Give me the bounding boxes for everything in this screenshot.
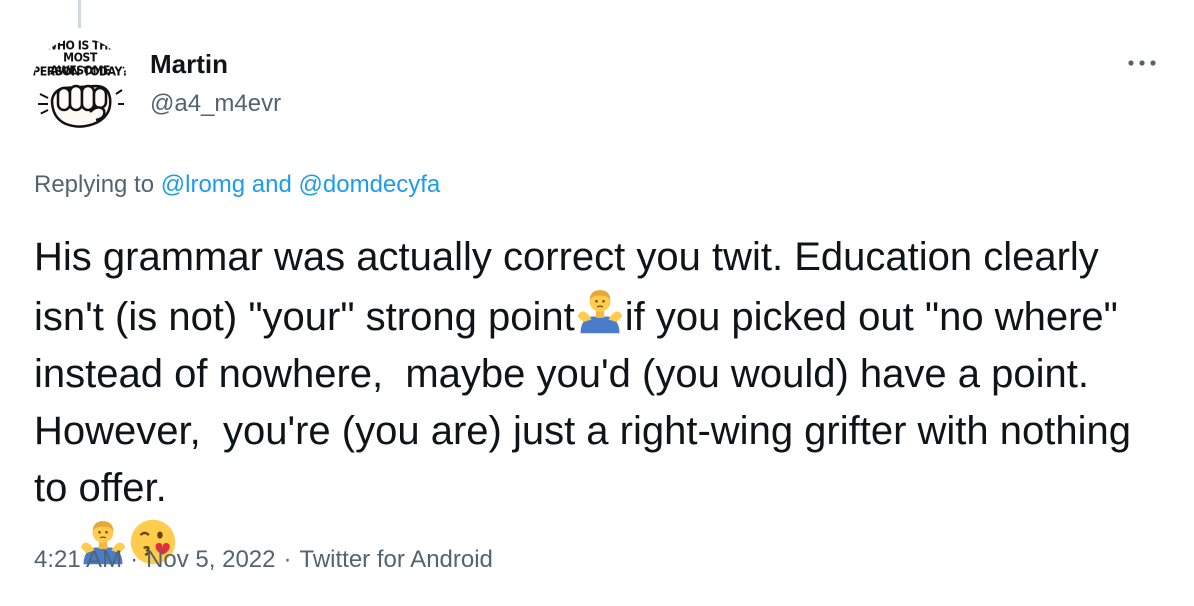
meta-separator: · (283, 546, 292, 573)
tweet-timestamp-time[interactable]: 4:21 AM (34, 546, 122, 573)
replying-to-label: Replying to (34, 171, 155, 198)
tweet: WHO IS THE MOST AWESOME PERSON TODAY? Ma… (0, 0, 1194, 606)
tweet-metadata: 4:21 AM · Nov 5, 2022 · Twitter for Android (34, 546, 493, 574)
man-shrugging-emoji (577, 290, 622, 334)
avatar-caption-line: PERSON TODAY? (32, 64, 128, 79)
avatar[interactable]: WHO IS THE MOST AWESOME PERSON TODAY? (32, 38, 128, 134)
tweet-timestamp-date[interactable]: Nov 5, 2022 (146, 546, 275, 573)
tweet-source-link[interactable]: Twitter for Android (299, 546, 492, 573)
meta-separator: · (130, 546, 139, 573)
thread-connector-line (78, 0, 81, 28)
author-handle[interactable]: @a4_m4evr (150, 90, 281, 118)
more-options-button[interactable] (1122, 50, 1162, 76)
reply-mention-link[interactable]: @domdecyfa (299, 171, 441, 198)
replying-to: Replying to @lromg and @domdecyfa (34, 171, 440, 199)
reply-mention-link[interactable]: @lromg (161, 171, 245, 198)
tweet-text: His grammar was actually correct you twi… (34, 229, 1164, 577)
more-horizontal-icon (1128, 60, 1156, 66)
author-display-name[interactable]: Martin (150, 49, 228, 80)
reply-mention-conjunction[interactable]: and (252, 171, 292, 198)
